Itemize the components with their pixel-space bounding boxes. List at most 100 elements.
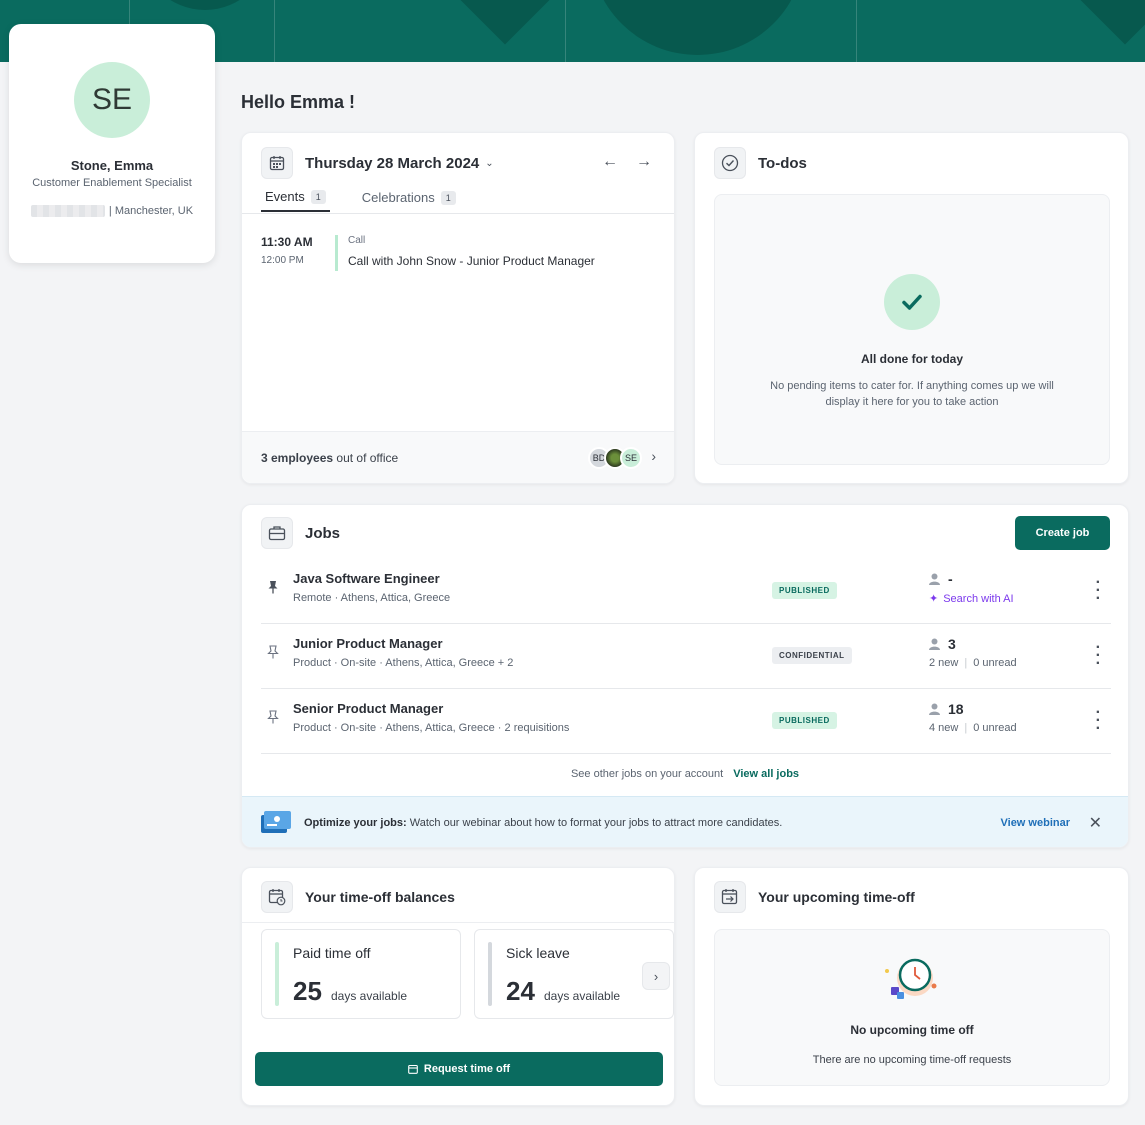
balance-label: Sick leave (506, 945, 570, 961)
tab-count: 1 (310, 189, 326, 204)
chevron-right-icon[interactable]: › (642, 962, 670, 990)
person-icon (929, 638, 940, 650)
view-webinar-link[interactable]: View webinar (1001, 817, 1071, 829)
divider: | (964, 722, 968, 734)
ooo-label: out of office (336, 451, 399, 465)
status-badge: PUBLISHED (772, 582, 837, 599)
job-subtitle: Product · On-site · Athens, Attica, Gree… (293, 722, 570, 734)
balance-unit: days available (331, 989, 408, 1003)
person-icon (929, 703, 940, 715)
view-all-jobs-link[interactable]: View all jobs (733, 768, 799, 780)
tab-label: Events (265, 189, 305, 204)
profile-name[interactable]: Stone, Emma (9, 158, 215, 173)
job-row[interactable]: Junior Product Manager Product · On-site… (261, 624, 1111, 689)
redacted-text (30, 205, 105, 217)
profile-card: SE Stone, Emma Customer Enablement Speci… (9, 24, 215, 263)
balances-title: Your time-off balances (305, 889, 455, 905)
candidate-count: 3 (948, 636, 956, 652)
more-options-icon[interactable]: · · · (1096, 575, 1101, 607)
todos-empty-state: All done for today No pending items to c… (714, 194, 1110, 465)
create-job-button[interactable]: Create job (1015, 516, 1110, 550)
out-of-office-bar[interactable]: 3 employees out of office BD SE › (242, 431, 674, 483)
new-count: 2 new (929, 657, 959, 669)
calendar-icon (408, 1064, 418, 1074)
todos-empty-desc: No pending items to cater for. If anythi… (770, 380, 1054, 408)
event-start-time: 11:30 AM (261, 235, 313, 249)
webinar-banner: Optimize your jobs: Watch our webinar ab… (242, 796, 1128, 847)
close-icon[interactable]: ✕ (1089, 813, 1102, 833)
tab-celebrations[interactable]: Celebrations 1 (358, 187, 460, 212)
job-subtitle: Product · On-site · Athens, Attica, Gree… (293, 657, 514, 669)
person-icon (929, 573, 940, 585)
request-time-off-label: Request time off (423, 1063, 511, 1075)
balance-card-paid[interactable]: Paid time off 25 days available (261, 929, 461, 1019)
webinar-bold: Optimize your jobs: (304, 817, 407, 829)
new-count: 4 new (929, 722, 959, 734)
arrow-right-icon[interactable]: → (636, 153, 652, 171)
check-circle-icon (714, 147, 746, 179)
balance-label: Paid time off (293, 945, 371, 961)
see-other-text: See other jobs on your account (570, 768, 724, 780)
tab-count: 1 (440, 190, 456, 205)
tab-label: Celebrations (361, 190, 435, 205)
job-title[interactable]: Java Software Engineer (293, 571, 440, 586)
job-row[interactable]: Java Software Engineer Remote · Athens, … (261, 559, 1111, 624)
greeting-title: Hello Emma ! (241, 92, 356, 112)
profile-role: Customer Enablement Specialist (32, 177, 192, 189)
status-badge: PUBLISHED (772, 712, 837, 729)
ooo-count: 3 employees (261, 451, 334, 465)
tab-events[interactable]: Events 1 (261, 187, 330, 212)
search-with-ai-link[interactable]: ✦ Search with AI (929, 592, 1014, 606)
time-off-balances-card: Your time-off balances Paid time off 25 … (241, 867, 675, 1106)
request-time-off-button[interactable]: Request time off (255, 1052, 663, 1086)
todos-empty-title: All done for today (861, 352, 963, 366)
upcoming-time-off-card: Your upcoming time-off No upcoming time … (694, 867, 1129, 1106)
event-item[interactable]: 11:30 AM 12:00 PM Call Call with John Sn… (261, 235, 595, 271)
todos-card: To-dos All done for today No pending ite… (694, 132, 1129, 484)
job-title[interactable]: Senior Product Manager (293, 701, 443, 716)
event-end-time: 12:00 PM (261, 255, 304, 266)
job-subtitle: Remote · Athens, Attica, Greece (293, 592, 451, 604)
more-options-icon[interactable]: · · · (1096, 640, 1101, 672)
candidate-count: - (948, 571, 953, 587)
upcoming-empty-desc: There are no upcoming time-off requests (812, 1054, 1012, 1066)
chevron-down-icon[interactable]: ⌄ (485, 158, 493, 169)
unread-count: 0 unread (973, 657, 1017, 669)
divider (242, 922, 674, 923)
calendar-date[interactable]: Thursday 28 March 2024 (305, 155, 479, 172)
event-title: Call with John Snow - Junior Product Man… (348, 254, 595, 268)
unread-count: 0 unread (973, 722, 1017, 734)
calendar-clock-icon (261, 881, 293, 913)
pin-outline-icon[interactable] (267, 645, 279, 659)
job-row[interactable]: Senior Product Manager Product · On-site… (261, 689, 1111, 754)
checkmark-icon (884, 274, 940, 330)
clock-illustration-icon (882, 956, 942, 1004)
profile-avatar[interactable]: SE (74, 62, 150, 138)
todos-title: To-dos (758, 154, 807, 172)
ai-label: Search with AI (943, 592, 1014, 605)
arrow-left-icon[interactable]: ← (602, 153, 618, 171)
upcoming-title: Your upcoming time-off (758, 889, 915, 905)
divider (242, 213, 674, 214)
job-title[interactable]: Junior Product Manager (293, 636, 443, 651)
pin-outline-icon[interactable] (267, 710, 279, 724)
jobs-title: Jobs (305, 524, 341, 542)
calendar-card: Thursday 28 March 2024 ⌄ ← → Events 1 Ce… (241, 132, 675, 484)
calendar-arrow-icon (714, 881, 746, 913)
webinar-illustration-icon (261, 811, 291, 833)
divider: | (964, 657, 968, 669)
candidate-count: 18 (948, 701, 964, 717)
event-color-bar (335, 235, 338, 271)
more-options-icon[interactable]: · · · (1096, 705, 1101, 737)
jobs-card: Jobs Create job Java Software Engineer R… (241, 504, 1129, 848)
chevron-right-icon[interactable]: › (651, 448, 656, 464)
status-badge: CONFIDENTIAL (772, 647, 852, 664)
profile-location-text: | Manchester, UK (108, 205, 194, 217)
webinar-text: Optimize your jobs: Watch our webinar ab… (304, 817, 782, 829)
briefcase-icon (261, 517, 293, 549)
pin-icon[interactable] (267, 580, 279, 594)
profile-location: | Manchester, UK (9, 205, 215, 217)
balance-value: 24 (506, 976, 535, 1006)
balance-unit: days available (544, 989, 621, 1003)
event-type: Call (348, 235, 366, 246)
